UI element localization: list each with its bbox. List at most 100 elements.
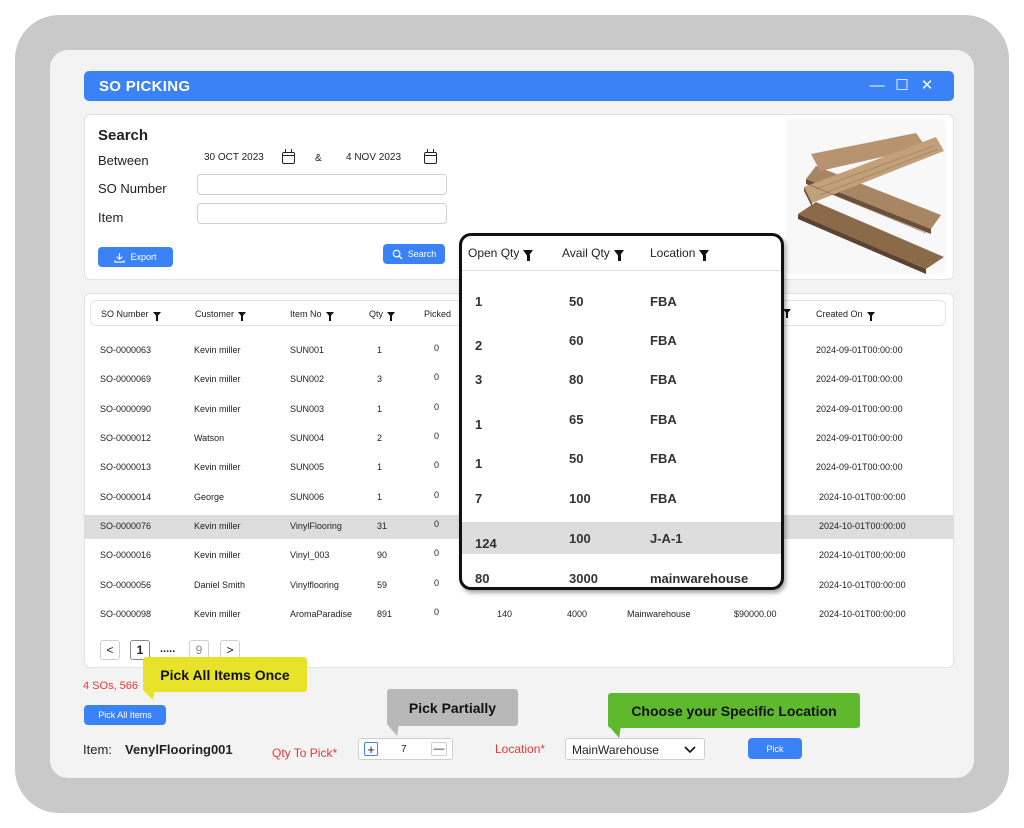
callout-location: Choose your Specific Location	[608, 693, 860, 728]
cell-customer: Kevin miller	[194, 404, 241, 414]
pick-all-button[interactable]: Pick All Items	[84, 705, 166, 725]
so-number-input[interactable]	[197, 174, 447, 195]
col-created-on[interactable]: Created On	[816, 309, 875, 321]
cell-picked: 0	[434, 460, 440, 470]
minimize-icon[interactable]: —	[868, 76, 886, 96]
popup-cell-avail: 50	[569, 451, 584, 466]
filter-icon[interactable]	[613, 249, 624, 261]
col-hidden-filter[interactable]	[783, 309, 791, 318]
cell-qty: 90	[377, 550, 388, 560]
cell-item: SUN004	[290, 433, 325, 443]
cell-qty: 2	[377, 433, 383, 443]
cell-created: 2024-09-01T00:00:00	[816, 404, 903, 414]
col-item-no[interactable]: Item No	[290, 309, 334, 321]
cell-so: SO-0000076	[100, 521, 152, 531]
popup-cell-open: 1	[475, 294, 483, 309]
popup-col-open-qty[interactable]: Open Qty	[468, 246, 534, 261]
popup-col-location-label: Location	[650, 246, 696, 260]
col-qty-label: Qty	[369, 309, 384, 319]
maximize-icon[interactable]: ☐	[893, 76, 911, 96]
wood-planks-image	[798, 133, 944, 274]
filter-icon[interactable]	[783, 309, 791, 318]
popup-col-open-qty-label: Open Qty	[468, 246, 520, 260]
cell-created: 2024-10-01T00:00:00	[819, 492, 906, 502]
cell-customer: Kevin miller	[194, 609, 241, 619]
col-picked[interactable]: Picked	[424, 309, 451, 319]
cell-created: 2024-09-01T00:00:00	[816, 462, 903, 472]
popup-cell-open: 3	[475, 372, 483, 387]
filter-icon[interactable]	[238, 311, 247, 321]
cell-customer: Kevin miller	[194, 521, 241, 531]
col-qty[interactable]: Qty	[369, 309, 396, 321]
cell-so: SO-0000014	[100, 492, 152, 502]
export-button[interactable]: Export	[98, 247, 173, 267]
filter-icon[interactable]	[699, 249, 710, 261]
popup-col-avail-qty[interactable]: Avail Qty	[562, 246, 624, 261]
prev-page-button[interactable]: <	[100, 640, 120, 660]
filter-icon[interactable]	[152, 311, 161, 321]
calendar-from-icon[interactable]	[282, 149, 295, 164]
popup-col-location[interactable]: Location	[650, 246, 710, 261]
col-item-no-label: Item No	[290, 309, 322, 319]
date-from-field[interactable]: 30 OCT 2023	[204, 152, 264, 163]
date-separator: &	[315, 153, 322, 164]
cell-picked: 0	[434, 402, 440, 412]
download-icon	[114, 252, 126, 263]
plus-icon[interactable]: +	[364, 742, 378, 756]
product-image	[786, 119, 946, 274]
popup-cell-avail: 50	[569, 294, 584, 309]
popup-cell-location: FBA	[650, 451, 677, 466]
cell-location: Mainwarehouse	[627, 609, 691, 619]
window-title: SO PICKING	[99, 78, 191, 95]
popup-row-highlight	[462, 522, 781, 554]
date-to-field[interactable]: 4 NOV 2023	[346, 152, 401, 163]
cell-customer: Kevin miller	[194, 374, 241, 384]
cell-customer: Watson	[194, 433, 225, 443]
qty-value[interactable]: 7	[401, 744, 407, 755]
cell-picked: 0	[434, 519, 440, 529]
filter-icon[interactable]	[523, 249, 534, 261]
popup-cell-location: FBA	[650, 372, 677, 387]
popup-cell-open: 2	[475, 338, 483, 353]
export-label: Export	[130, 252, 157, 262]
cell-item: AromaParadise	[290, 609, 353, 619]
cell-amount: $90000.00	[734, 609, 777, 619]
popup-cell-location: J-A-1	[650, 531, 683, 546]
search-heading: Search	[98, 127, 149, 144]
between-label: Between	[98, 153, 149, 168]
col-so-number-label: SO Number	[101, 309, 149, 319]
popup-cell-avail: 100	[569, 491, 591, 506]
search-button[interactable]: Search	[383, 244, 445, 264]
popup-cell-open: 124	[475, 536, 497, 551]
cell-created: 2024-09-01T00:00:00	[816, 433, 903, 443]
cell-so: SO-0000012	[100, 433, 152, 443]
popup-cell-avail: 3000	[569, 571, 598, 586]
location-select[interactable]: MainWarehouse	[565, 738, 705, 760]
col-so-number[interactable]: SO Number	[101, 309, 161, 321]
filter-icon[interactable]	[325, 311, 334, 321]
pick-button[interactable]: Pick	[748, 738, 802, 759]
col-customer[interactable]: Customer	[195, 309, 247, 321]
filter-icon[interactable]	[866, 311, 875, 321]
cell-customer: Daniel Smith	[194, 580, 246, 590]
col-picked-label: Picked	[424, 309, 452, 319]
cell-avail: 4000	[567, 609, 588, 619]
location-selected-value: MainWarehouse	[572, 743, 659, 757]
popup-cell-avail: 80	[569, 372, 584, 387]
cell-qty: 891	[377, 609, 393, 619]
cell-so: SO-0000063	[100, 345, 152, 355]
cell-item: SUN003	[290, 404, 325, 414]
calendar-to-icon[interactable]	[424, 149, 437, 164]
cell-item: SUN002	[290, 374, 325, 384]
cell-picked: 0	[434, 490, 440, 500]
cell-created: 2024-10-01T00:00:00	[819, 609, 906, 619]
item-input[interactable]	[197, 203, 447, 224]
filter-icon[interactable]	[387, 311, 396, 321]
cell-picked: 0	[434, 578, 440, 588]
cell-so: SO-0000090	[100, 404, 152, 414]
close-icon[interactable]: ✕	[918, 76, 936, 96]
minus-icon[interactable]: —	[431, 742, 447, 756]
callout-partial: Pick Partially	[387, 689, 518, 726]
cell-picked: 0	[434, 343, 440, 353]
cell-picked: 0	[434, 548, 440, 558]
